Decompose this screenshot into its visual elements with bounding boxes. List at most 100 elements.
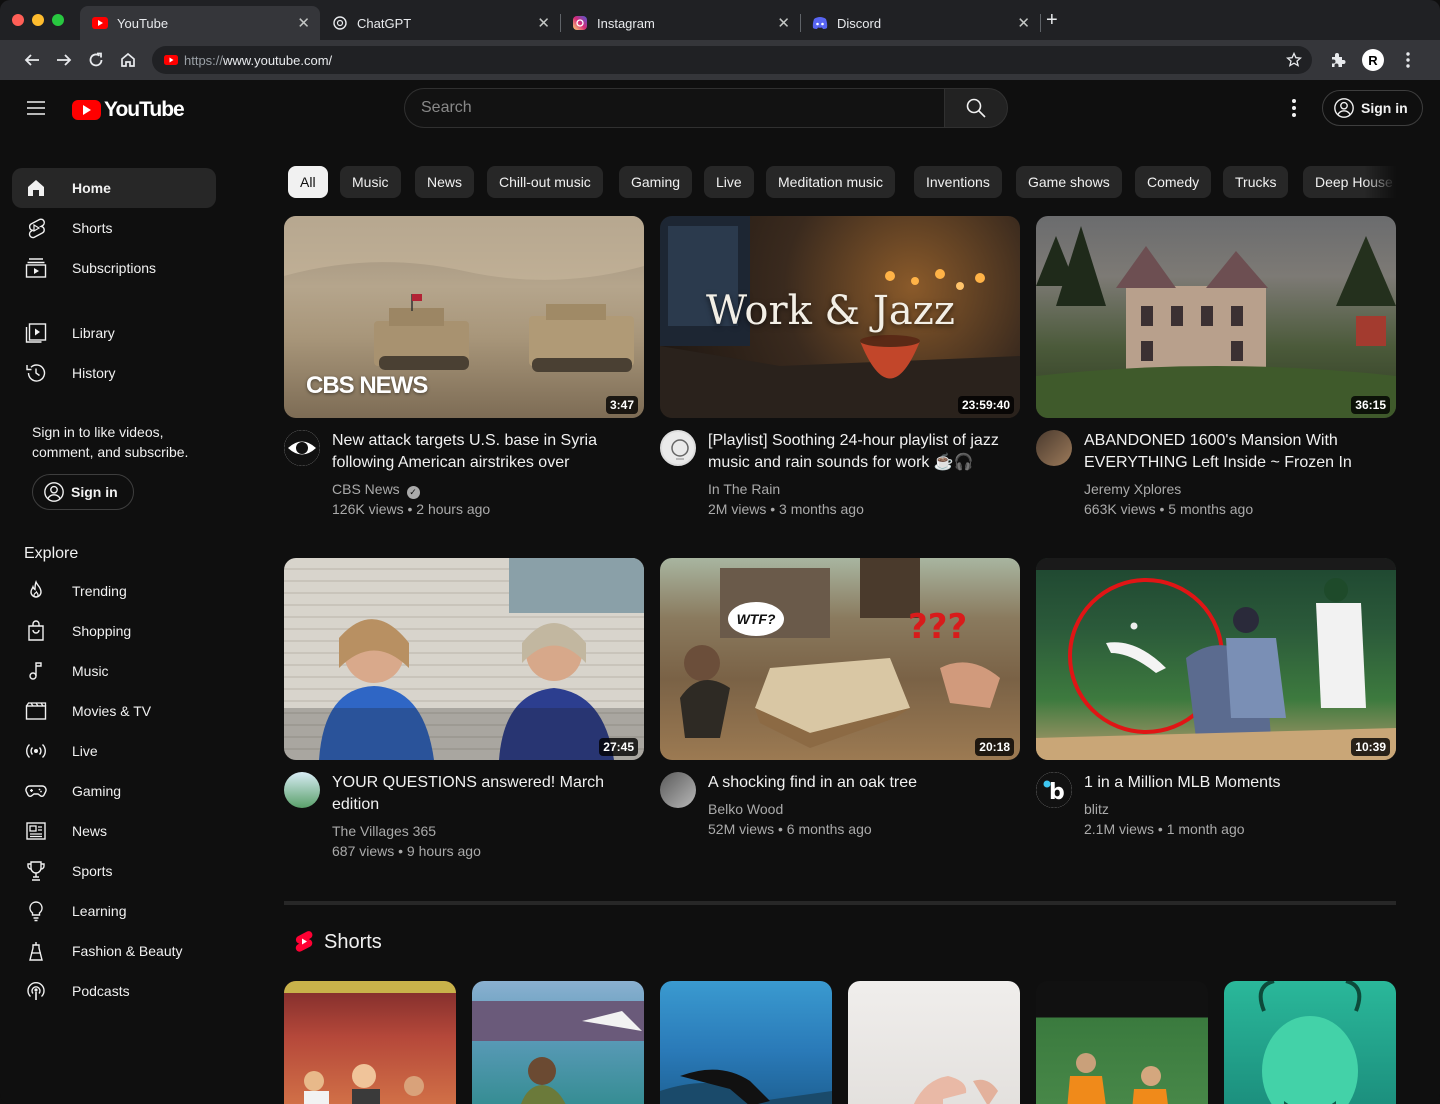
- short-thumbnail[interactable]: [284, 981, 456, 1104]
- channel-name[interactable]: Belko Wood: [708, 801, 783, 817]
- sidebar-item-gaming[interactable]: Gaming: [12, 771, 216, 811]
- profile-avatar[interactable]: R: [1362, 49, 1384, 71]
- oak-tree-scene: ???: [680, 558, 1000, 748]
- sidebar-item-movies-tv[interactable]: Movies & TV: [12, 691, 216, 731]
- sidebar-item-label: Shopping: [72, 623, 132, 639]
- channel-name[interactable]: The Villages 365: [332, 823, 436, 839]
- tab-instagram[interactable]: Instagram ✕: [560, 6, 800, 40]
- tab-discord[interactable]: Discord ✕: [800, 6, 1040, 40]
- short-thumbnail[interactable]: [472, 981, 644, 1104]
- sidebar-item-history[interactable]: History: [12, 353, 216, 393]
- hamburger-menu-icon[interactable]: [24, 96, 48, 120]
- header-sign-in-button[interactable]: Sign in: [1322, 90, 1423, 126]
- video-thumbnail[interactable]: Work & Jazz 23:59:40: [660, 216, 1020, 418]
- sidebar-item-home[interactable]: Home: [12, 168, 216, 208]
- sidebar-item-podcasts[interactable]: Podcasts: [12, 971, 216, 1011]
- channel-name[interactable]: In The Rain: [708, 481, 780, 497]
- video-title[interactable]: [Playlist] Soothing 24-hour playlist of …: [708, 430, 1008, 474]
- chip-all[interactable]: All: [288, 166, 328, 198]
- stadium-crowd-scene: [284, 981, 456, 1104]
- channel-avatar[interactable]: [1036, 430, 1072, 466]
- channel-avatar[interactable]: [660, 772, 696, 808]
- chip-chill-out-music[interactable]: Chill-out music: [487, 166, 603, 198]
- chip-trucks[interactable]: Trucks: [1223, 166, 1289, 198]
- video-card[interactable]: 27:45 YOUR QUESTIONS answered! March edi…: [284, 558, 644, 859]
- chip-meditation-music[interactable]: Meditation music: [766, 166, 896, 198]
- youtube-logo[interactable]: YouTube: [72, 98, 185, 122]
- video-thumbnail[interactable]: 36:15: [1036, 216, 1396, 418]
- chip-inventions[interactable]: Inventions: [914, 166, 1002, 198]
- sidebar-item-label: Trending: [72, 583, 127, 599]
- logo-text: YouTube: [104, 98, 185, 121]
- sidebar-item-shorts[interactable]: Shorts: [12, 208, 216, 248]
- chip-game-shows[interactable]: Game shows: [1016, 166, 1122, 198]
- address-bar[interactable]: https://www.youtube.com/: [152, 46, 1312, 74]
- baseball-scene: [1036, 558, 1396, 760]
- video-thumbnail[interactable]: 27:45: [284, 558, 644, 760]
- short-thumbnail[interactable]: [660, 981, 832, 1104]
- sidebar-item-library[interactable]: Library: [12, 313, 216, 353]
- sidebar-item-learning[interactable]: Learning: [12, 891, 216, 931]
- youtube-play-icon: [72, 100, 101, 120]
- video-card[interactable]: ??? WTF? 20:18 A shocking find in an oak…: [660, 558, 1020, 837]
- chip-live[interactable]: Live: [704, 166, 754, 198]
- short-thumbnail[interactable]: [1036, 981, 1208, 1104]
- video-title[interactable]: New attack targets U.S. base in Syria fo…: [332, 430, 632, 474]
- video-card[interactable]: 10:39 b 1 in a Million MLB Moments blitz…: [1036, 558, 1396, 837]
- sidebar-item-trending[interactable]: Trending: [12, 571, 216, 611]
- home-icon[interactable]: [116, 48, 140, 72]
- new-tab-button[interactable]: +: [1046, 9, 1058, 32]
- video-title[interactable]: ABANDONED 1600's Mansion With EVERYTHING…: [1084, 430, 1384, 474]
- video-thumbnail[interactable]: 10:39: [1036, 558, 1396, 760]
- sidebar-divider: [12, 288, 216, 313]
- channel-avatar[interactable]: b: [1036, 772, 1072, 808]
- tab-chatgpt[interactable]: ChatGPT ✕: [320, 6, 560, 40]
- sidebar-item-label: Gaming: [72, 783, 122, 799]
- close-tab-icon[interactable]: ✕: [1017, 14, 1030, 32]
- close-tab-icon[interactable]: ✕: [297, 14, 310, 32]
- close-window-button[interactable]: [12, 14, 24, 26]
- sidebar-item-sports[interactable]: Sports: [12, 851, 216, 891]
- bookmark-star-icon[interactable]: [1286, 52, 1302, 68]
- video-card[interactable]: Work & Jazz 23:59:40 [Playlist] Soothing…: [660, 216, 1020, 517]
- close-tab-icon[interactable]: ✕: [777, 14, 790, 32]
- sidebar-sign-in-button[interactable]: Sign in: [32, 474, 134, 510]
- settings-kebab-icon[interactable]: [1282, 96, 1306, 120]
- video-thumbnail[interactable]: CBS NEWS 3:47: [284, 216, 644, 418]
- channel-avatar[interactable]: [284, 772, 320, 808]
- forward-arrow-icon[interactable]: [52, 48, 76, 72]
- sidebar-item-live[interactable]: Live: [12, 731, 216, 771]
- extensions-puzzle-icon[interactable]: [1326, 48, 1350, 72]
- video-title[interactable]: A shocking find in an oak tree: [708, 772, 1008, 794]
- browser-menu-icon[interactable]: [1396, 48, 1420, 72]
- channel-name[interactable]: CBS News ✓: [332, 481, 420, 499]
- minimize-window-button[interactable]: [32, 14, 44, 26]
- sidebar-item-fashion-beauty[interactable]: Fashion & Beauty: [12, 931, 216, 971]
- search-button[interactable]: [944, 88, 1008, 128]
- channel-avatar[interactable]: [660, 430, 696, 466]
- reload-icon[interactable]: [84, 48, 108, 72]
- search-input[interactable]: [404, 88, 945, 128]
- channel-avatar[interactable]: [284, 430, 320, 466]
- sidebar-item-subscriptions[interactable]: Subscriptions: [12, 248, 216, 288]
- video-card[interactable]: CBS NEWS 3:47 New attack targets U.S. ba…: [284, 216, 644, 517]
- channel-name[interactable]: Jeremy Xplores: [1084, 481, 1181, 497]
- back-arrow-icon[interactable]: [20, 48, 44, 72]
- sidebar-item-music[interactable]: Music: [12, 651, 216, 691]
- close-tab-icon[interactable]: ✕: [537, 14, 550, 32]
- chip-news[interactable]: News: [415, 166, 475, 198]
- tab-youtube[interactable]: YouTube ✕: [80, 6, 320, 40]
- short-thumbnail[interactable]: [848, 981, 1020, 1104]
- video-title[interactable]: YOUR QUESTIONS answered! March edition: [332, 772, 632, 816]
- video-thumbnail[interactable]: ??? WTF? 20:18: [660, 558, 1020, 760]
- video-card[interactable]: 36:15 ABANDONED 1600's Mansion With EVER…: [1036, 216, 1396, 517]
- chip-gaming[interactable]: Gaming: [619, 166, 693, 198]
- channel-name[interactable]: blitz: [1084, 801, 1109, 817]
- short-thumbnail[interactable]: [1224, 981, 1396, 1104]
- maximize-window-button[interactable]: [52, 14, 64, 26]
- sidebar-item-news[interactable]: News: [12, 811, 216, 851]
- video-title[interactable]: 1 in a Million MLB Moments: [1084, 772, 1384, 794]
- chip-comedy[interactable]: Comedy: [1135, 166, 1212, 198]
- chip-music[interactable]: Music: [340, 166, 401, 198]
- sidebar-item-shopping[interactable]: Shopping: [12, 611, 216, 651]
